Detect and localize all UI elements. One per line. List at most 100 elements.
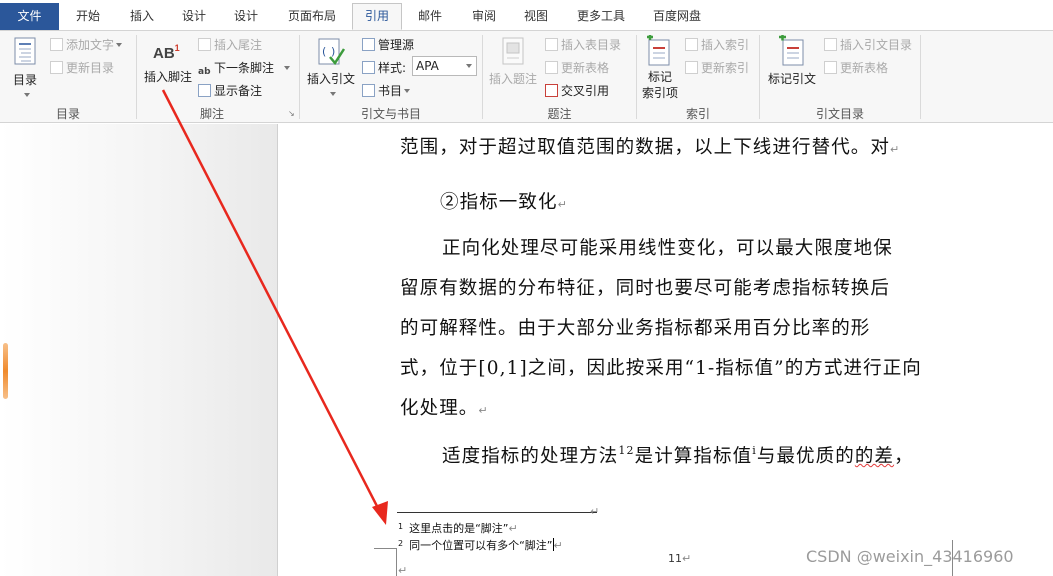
paragraph-mark-icon: ↵	[508, 522, 518, 535]
insert-endnote-button[interactable]: 插入尾注	[198, 36, 262, 53]
tab-more-tools[interactable]: 更多工具	[566, 4, 636, 29]
doc-line-8-end: ，	[894, 446, 914, 467]
show-notes-icon	[198, 84, 211, 97]
tab-page-layout[interactable]: 页面布局	[276, 4, 348, 29]
add-text-icon	[50, 38, 63, 51]
paragraph-mark-icon: ↵	[478, 404, 489, 417]
mark-citation-icon	[779, 35, 804, 66]
chevron-down-icon	[116, 43, 123, 47]
scroll-indicator[interactable]	[3, 343, 8, 399]
chevron-down-icon	[284, 66, 291, 70]
tab-design-2[interactable]: 设计	[220, 4, 272, 29]
cross-reference-icon	[545, 84, 558, 97]
crop-mark	[396, 548, 397, 576]
paragraph-mark-icon: ↵	[682, 552, 692, 565]
mark-citation-button[interactable]: 标记引文	[764, 35, 820, 95]
manage-sources-button[interactable]: 管理源	[362, 36, 414, 53]
show-notes-label: 显示备注	[214, 84, 263, 98]
add-text-button[interactable]: 添加文字	[50, 36, 123, 53]
doc-line-3: 正向化处理尽可能采用线性变化，可以最大限度地保	[442, 238, 893, 259]
insert-footnote-button[interactable]: AB1 插入脚注	[141, 35, 193, 95]
paragraph-mark-icon: ↵	[398, 564, 408, 576]
update-toc-button[interactable]: 更新目录	[50, 59, 114, 76]
chevron-down-icon	[404, 89, 411, 93]
show-notes-button[interactable]: 显示备注	[198, 82, 262, 99]
next-footnote-button[interactable]: ab 下一条脚注	[198, 59, 291, 80]
group-label-captions: 题注	[547, 107, 572, 121]
dialog-launcher-icon[interactable]: ↘	[288, 109, 295, 118]
footnote-2-number: 2	[398, 539, 404, 548]
document-page[interactable]	[279, 124, 1053, 576]
update-index-icon	[685, 61, 698, 74]
doc-heading-text: ②指标一致化	[440, 192, 558, 213]
update-table-button[interactable]: 更新表格	[545, 59, 609, 76]
doc-line-5: 的可解释性。由于大部分业务指标都采用百分比率的形	[400, 318, 871, 339]
tab-baidu-netdisk[interactable]: 百度网盘	[642, 4, 712, 29]
add-text-label: 添加文字	[66, 38, 115, 52]
insert-index-button[interactable]: 插入索引	[685, 36, 749, 53]
mark-entry-label-2: 索引项	[641, 86, 678, 100]
footnote-1-text: 这里点击的是“脚注”	[409, 522, 509, 535]
update-authorities-table-button[interactable]: 更新表格	[824, 59, 888, 76]
insert-citation-label: 插入引文	[306, 72, 355, 86]
spellcheck-flagged-text: 的差	[854, 446, 895, 467]
style-label-group: 样式:	[362, 59, 406, 76]
insert-index-label: 插入索引	[701, 38, 750, 52]
toc-button[interactable]: 目录	[8, 35, 42, 101]
footnote-reference-marks[interactable]: 12	[618, 444, 634, 457]
insert-table-of-figures-button[interactable]: 插入表目录	[545, 36, 621, 53]
tab-insert[interactable]: 插入	[116, 4, 168, 29]
tab-references[interactable]: 引用	[352, 3, 402, 30]
tab-file[interactable]: 文件	[0, 3, 59, 30]
cross-reference-button[interactable]: 交叉引用	[545, 82, 609, 99]
insert-caption-icon	[502, 37, 524, 65]
update-toc-label: 更新目录	[66, 61, 115, 75]
tab-mailings[interactable]: 邮件	[404, 4, 456, 29]
group-label-index: 索引	[685, 107, 710, 121]
footnote-1[interactable]: 1 这里点击的是“脚注”↵	[398, 520, 518, 536]
page-number-text: 11	[668, 552, 682, 565]
references-ribbon: 目录 添加文字 更新目录 目录 AB1 插入脚注 插入尾注 ab 下一条脚注 显示…	[0, 31, 1053, 123]
tab-review[interactable]: 审阅	[458, 4, 510, 29]
doc-line-6: 式，位于[0,1]之间，因此按采用“1-指标值”的方式进行正向	[400, 358, 922, 379]
mark-entry-button[interactable]: 标记 索引项	[638, 35, 682, 101]
paragraph-mark-icon: ↵	[557, 198, 568, 211]
next-footnote-icon: ab	[198, 67, 211, 77]
citation-style-select[interactable]: APA	[412, 56, 477, 76]
footnote-2[interactable]: 2 同一个位置可以有多个“脚注”↵	[398, 537, 563, 553]
group-label-authorities: 引文目录	[815, 107, 864, 121]
style-icon	[362, 61, 375, 74]
crop-mark	[374, 548, 396, 549]
insert-citation-button[interactable]: ( ) 插入引文	[304, 35, 358, 101]
footnote-icon: AB1	[153, 43, 180, 62]
insert-citation-icon: ( )	[318, 38, 346, 66]
chevron-down-icon	[24, 93, 30, 97]
footnote-icon-sup: 1	[174, 43, 180, 53]
insert-caption-button[interactable]: 插入题注	[486, 35, 540, 95]
insert-table-of-authorities-button[interactable]: 插入引文目录	[824, 36, 912, 53]
footnote-separator	[397, 512, 597, 513]
update-index-button[interactable]: 更新索引	[685, 59, 749, 76]
doc-line-4: 留原有数据的分布特征，同时也要尽可能考虑指标转换后	[400, 278, 891, 299]
cross-reference-label: 交叉引用	[561, 84, 610, 98]
mark-entry-icon	[647, 35, 670, 66]
insert-index-icon	[685, 38, 698, 51]
manage-sources-label: 管理源	[378, 38, 415, 52]
doc-line-8-middle: 是计算指标值	[634, 446, 753, 467]
update-authorities-table-icon	[824, 61, 837, 74]
paragraph-mark-icon: ↵	[590, 505, 600, 518]
bibliography-button[interactable]: 书目	[362, 82, 411, 99]
insert-caption-label: 插入题注	[488, 72, 537, 86]
insert-footnote-label: 插入脚注	[143, 70, 192, 84]
bibliography-icon	[362, 84, 375, 97]
table-of-contents-icon	[14, 37, 36, 65]
update-toc-icon	[50, 61, 63, 74]
insert-table-of-authorities-label: 插入引文目录	[840, 38, 913, 52]
group-label-toc: 目录	[55, 107, 80, 121]
tab-view[interactable]: 视图	[510, 4, 562, 29]
doc-line-1: 范围，对于超过取值范围的数据，以上下线进行替代。对↵	[400, 133, 900, 159]
tab-design[interactable]: 设计	[168, 4, 220, 29]
style-label: 样式:	[378, 61, 407, 75]
doc-line-8-prefix: 适度指标的处理方法	[442, 446, 619, 467]
tab-home[interactable]: 开始	[62, 4, 114, 29]
